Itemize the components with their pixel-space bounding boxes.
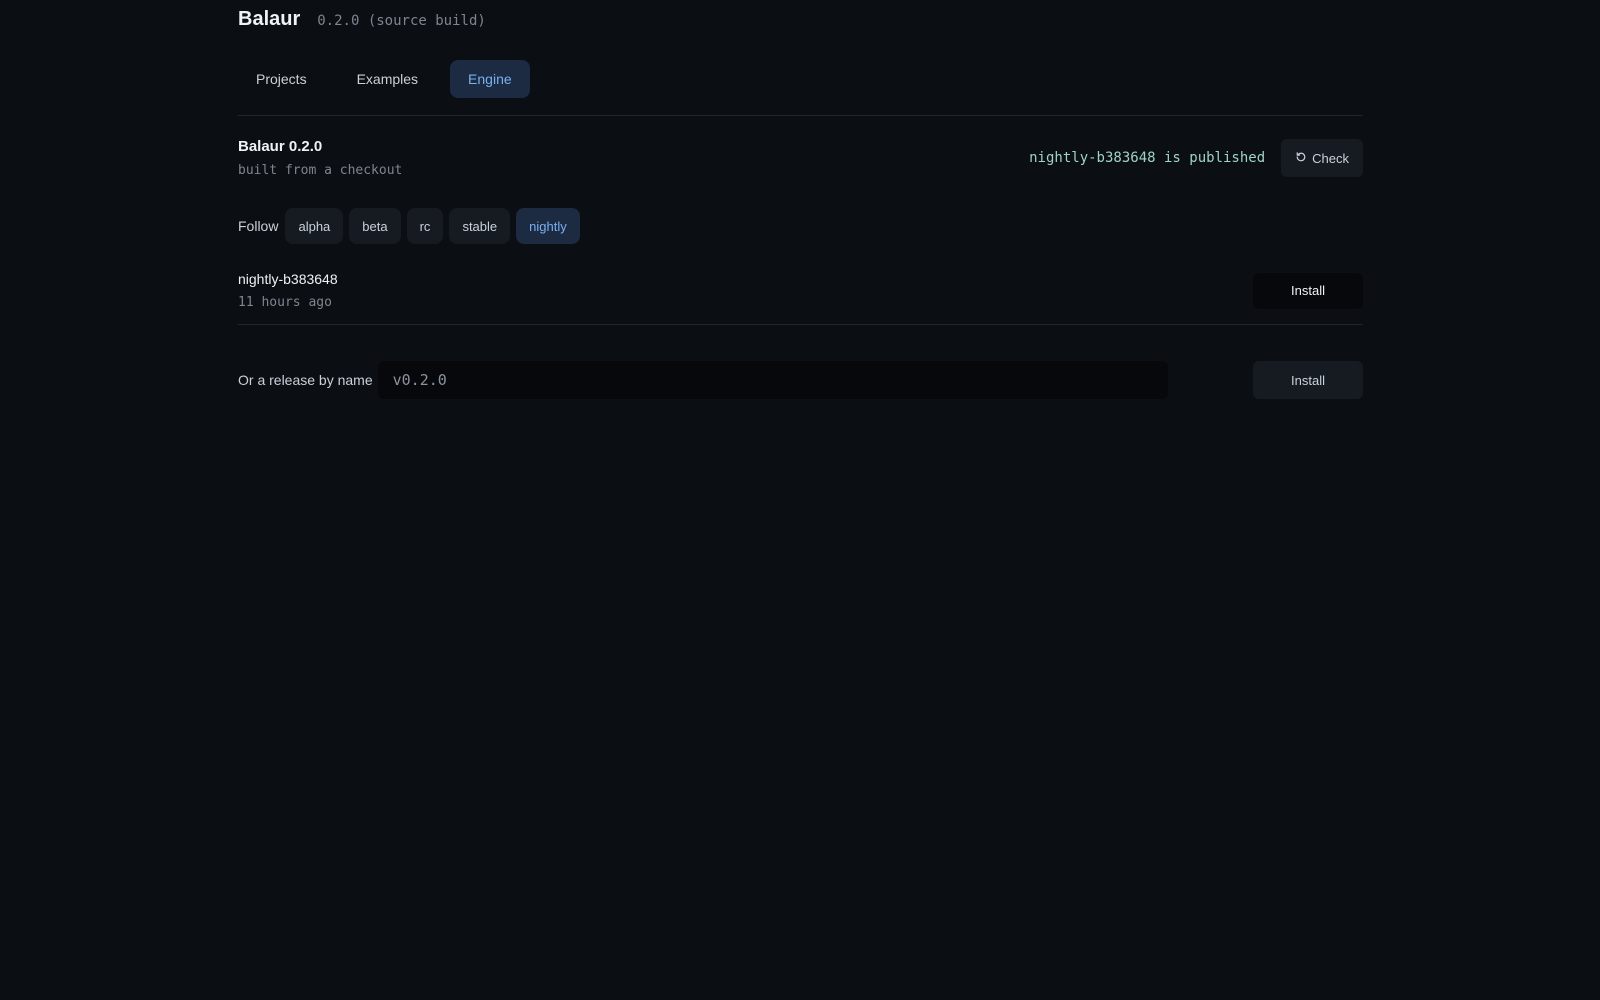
channel-stable[interactable]: stable: [449, 208, 511, 244]
engine-name: Balaur 0.2.0: [238, 138, 323, 155]
release-name: nightly-b383648: [238, 271, 338, 287]
engine-info: Balaur 0.2.0 built from a checkout night…: [238, 138, 1363, 178]
app-version: 0.2.0 (source build): [317, 13, 486, 29]
engine-subtitle: built from a checkout: [238, 163, 403, 178]
tab-projects[interactable]: Projects: [238, 60, 325, 98]
check-label: Check: [1312, 150, 1349, 166]
release-by-name: Or a release by name Install: [238, 361, 1363, 399]
install-by-name-button[interactable]: Install: [1253, 361, 1363, 399]
release-time: 11 hours ago: [238, 295, 332, 310]
tab-engine[interactable]: Engine: [450, 60, 530, 98]
tabs-divider: [238, 115, 1363, 116]
engine-page: Balaur 0.2.0 (source build) Projects Exa…: [238, 0, 1363, 399]
install-release-button[interactable]: Install: [1253, 272, 1363, 309]
refresh-icon: [1295, 151, 1307, 166]
engine-info-right: nightly-b383648 is published Check: [1029, 139, 1363, 177]
channel-rc[interactable]: rc: [406, 208, 444, 244]
latest-release: nightly-b383648 11 hours ago Install: [238, 271, 1363, 325]
engine-info-left: Balaur 0.2.0 built from a checkout: [238, 138, 402, 178]
check-button[interactable]: Check: [1281, 139, 1363, 177]
channel-beta[interactable]: beta: [349, 208, 401, 244]
app-title: Balaur: [238, 8, 301, 30]
channel-nightly[interactable]: nightly: [516, 208, 580, 244]
tab-examples[interactable]: Examples: [339, 60, 436, 98]
published-status: nightly-b383648 is published: [1029, 150, 1266, 166]
app-header: Balaur 0.2.0 (source build): [238, 0, 1363, 42]
release-name-input[interactable]: [377, 361, 1168, 399]
main-tabs: Projects Examples Engine: [238, 60, 1363, 98]
follow-channels: Follow alpha beta rc stable nightly: [238, 208, 1363, 244]
release-info: nightly-b383648 11 hours ago: [238, 271, 338, 310]
channel-alpha[interactable]: alpha: [285, 208, 344, 244]
release-by-name-label: Or a release by name: [238, 372, 373, 388]
follow-label: Follow: [238, 218, 279, 234]
